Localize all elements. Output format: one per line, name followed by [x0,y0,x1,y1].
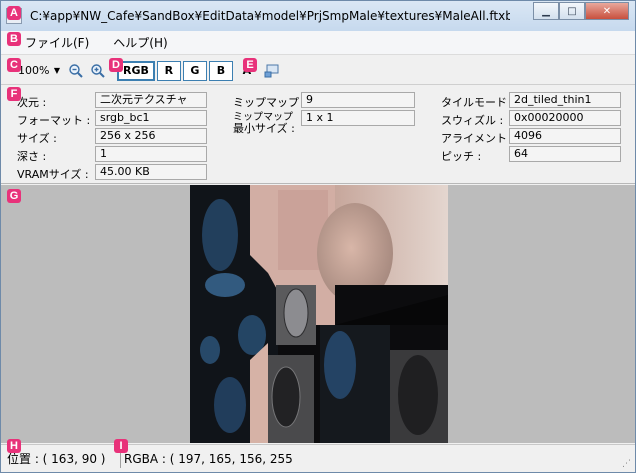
app-window: C:¥app¥NW_Cafe¥SandBox¥EditData¥model¥Pr… [0,0,636,473]
value-size: 256 x 256 [95,128,207,144]
maximize-button[interactable]: □ [559,2,585,20]
value-mipmap: 9 [301,92,415,108]
minimize-button[interactable]: ▁ [533,2,559,20]
value-depth: 1 [95,146,207,162]
label-alignment: アライメント : [441,132,515,145]
zoom-out-icon[interactable] [67,62,85,80]
zoom-select[interactable]: 100% ▼ [15,61,63,81]
value-tile-mode: 2d_tiled_thin1 [509,92,621,108]
window-title: C:¥app¥NW_Cafe¥SandBox¥EditData¥model¥Pr… [30,9,510,23]
marker-c: C [7,58,21,72]
channel-g-button[interactable]: G [182,60,207,81]
value-dimension: 二次元テクスチャ [95,92,207,108]
value-vram-size: 45.00 KB [95,164,207,180]
value-alignment: 4096 [509,128,621,144]
marker-d: D [109,58,123,72]
label-format: フォーマット : [17,114,91,127]
resize-grip-icon[interactable]: ⋰ [622,459,632,469]
marker-i: I [114,439,128,453]
label-tile-mode: タイルモード : [441,96,515,109]
status-rgba: RGBA : ( 197, 165, 156, 255 [124,451,293,466]
window-controls: ▁ □ ✕ [533,2,629,20]
value-pitch: 64 [509,146,621,162]
texture-canvas[interactable] [1,185,635,443]
label-vram-size: VRAMサイズ : [17,168,89,181]
label-pitch: ピッチ : [441,150,482,163]
chevron-down-icon: ▼ [53,66,60,75]
zoom-value: 100% [18,64,50,77]
zoom-in-icon[interactable] [89,62,107,80]
menu-file[interactable]: ファイル(F) [17,34,97,51]
label-swizzle: スウィズル : [441,114,504,127]
channel-buttons: RGB R G B A [117,60,261,81]
marker-b: B [7,32,21,46]
display-settings-icon[interactable] [263,62,281,80]
menu-bar: ファイル(F) ヘルプ(H) [1,31,635,55]
toolbar: 100% ▼ RGB R G B A [1,57,635,85]
title-bar[interactable]: C:¥app¥NW_Cafe¥SandBox¥EditData¥model¥Pr… [1,1,635,31]
channel-r-button[interactable]: R [156,60,181,81]
label-dimension: 次元 : [17,96,47,109]
close-button[interactable]: ✕ [585,2,629,20]
marker-a: A [7,6,21,20]
texture-info-panel: 次元 : 二次元テクスチャ フォーマット : srgb_bc1 サイズ : 25… [1,86,635,184]
label-min-size-line2: 最小サイズ : [233,122,295,135]
value-min-size: 1 x 1 [301,110,415,126]
label-size: サイズ : [17,132,57,145]
status-bar: 位置 : ( 163, 90 ) RGBA : ( 197, 165, 156,… [1,444,635,472]
texture-image[interactable] [190,185,448,443]
marker-h: H [7,439,21,453]
marker-f: F [7,87,21,101]
label-depth: 深さ : [17,150,47,163]
menu-help[interactable]: ヘルプ(H) [105,34,175,51]
value-format: srgb_bc1 [95,110,207,126]
marker-g: G [7,189,21,203]
channel-b-button[interactable]: B [208,60,233,81]
value-swizzle: 0x00020000 [509,110,621,126]
marker-e: E [243,58,257,72]
